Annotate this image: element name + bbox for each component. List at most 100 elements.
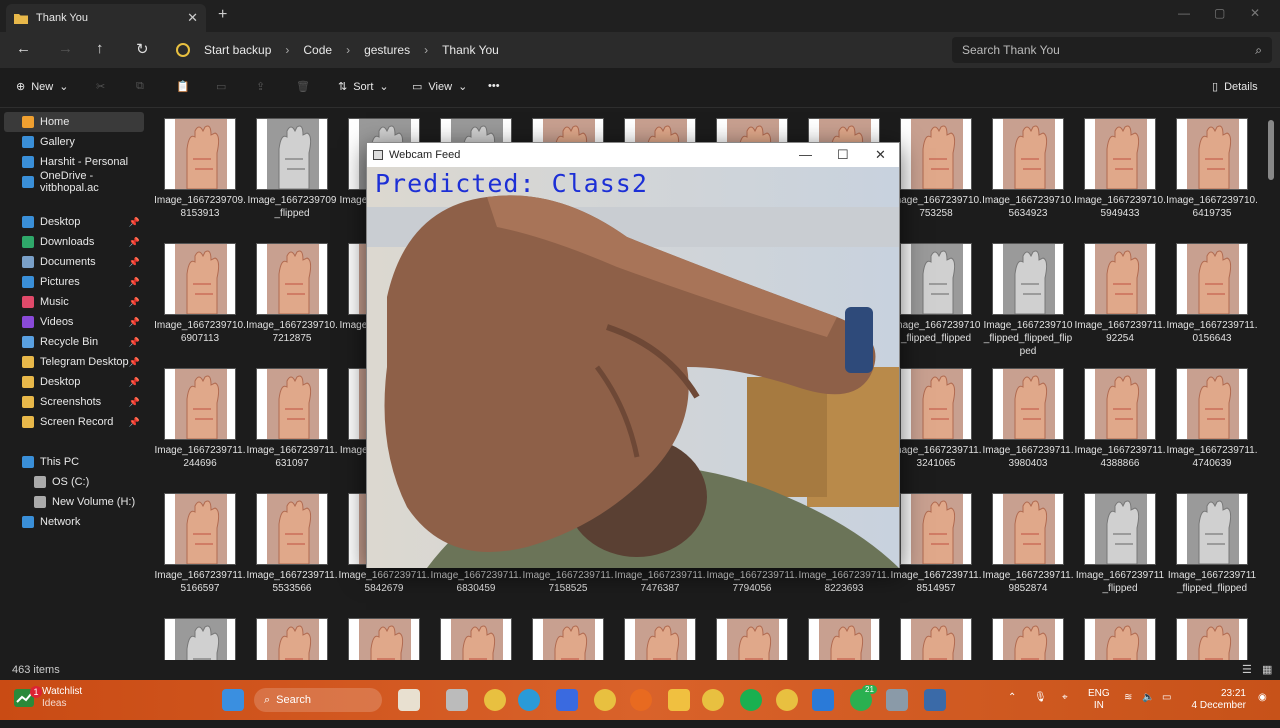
webcam-title-bar[interactable]: Webcam Feed — ☐ ✕ — [367, 143, 899, 167]
breadcrumb[interactable]: Start backup › Code › gestures › Thank Y… — [168, 37, 948, 63]
sidebar-item-network[interactable]: Network — [4, 512, 144, 532]
minimize-icon[interactable]: — — [799, 147, 812, 162]
file-item[interactable]: Image_1667239711.244696 — [154, 358, 246, 478]
breadcrumb-gestures[interactable]: gestures — [364, 43, 410, 57]
rename-icon[interactable]: ▭ — [216, 80, 226, 93]
file-item[interactable]: Image_1667239709_flipped — [246, 108, 338, 228]
wifi-icon[interactable]: ≋ — [1124, 692, 1132, 704]
view-button[interactable]: ▭ View ⌄ — [412, 80, 467, 94]
breadcrumb-thank-you[interactable]: Thank You — [442, 43, 499, 57]
search-input[interactable]: Search Thank You ⌕ — [952, 37, 1272, 63]
file-item[interactable]: Image_1667239711.4740639 — [1166, 358, 1258, 478]
sidebar-item-desktop[interactable]: Desktop 📌 — [4, 212, 144, 232]
sidebar-item-pictures[interactable]: Pictures 📌 — [4, 272, 144, 292]
task-view-icon[interactable] — [446, 689, 468, 711]
sidebar-item-gallery[interactable]: Gallery — [4, 132, 144, 152]
tiles-view-icon[interactable]: ▦ — [1262, 663, 1272, 676]
sidebar-item-documents[interactable]: Documents 📌 — [4, 252, 144, 272]
more-options-icon[interactable]: ••• — [488, 80, 500, 92]
start-icon[interactable] — [222, 689, 244, 711]
breadcrumb-start-backup[interactable]: Start backup — [204, 43, 271, 57]
copy-icon[interactable]: ⧉ — [136, 80, 144, 93]
details-button[interactable]: ▯ Details — [1212, 80, 1258, 94]
up-arrow-icon[interactable]: ↑ — [96, 40, 104, 57]
file-item[interactable]: Image_1667239711.5533566 — [246, 483, 338, 603]
maximize-icon[interactable]: ▢ — [1214, 6, 1225, 20]
file-item[interactable]: Image_1667239711_flipped — [1074, 483, 1166, 603]
file-item[interactable]: Image_1667239709.8153913 — [154, 108, 246, 228]
file-item[interactable]: Image_1667239711.9852874 — [982, 483, 1074, 603]
new-tab-button[interactable]: + — [218, 6, 227, 24]
back-arrow-icon[interactable]: ← — [16, 40, 31, 57]
webcam-window[interactable]: Webcam Feed — ☐ ✕ Predicted: Class2 — [366, 142, 900, 568]
vscode-icon[interactable] — [812, 689, 834, 711]
file-item[interactable]: Image_1667239711_flipped_flipped — [1166, 483, 1258, 603]
tab-close-icon[interactable]: ✕ — [187, 10, 198, 26]
sidebar-item-this-pc[interactable]: This PC — [4, 452, 144, 472]
tab-thank-you[interactable]: Thank You ✕ — [6, 4, 206, 32]
spotify-icon[interactable] — [740, 689, 762, 711]
sidebar-item-downloads[interactable]: Downloads 📌 — [4, 232, 144, 252]
sidebar-item-new-volume-h[interactable]: New Volume (H:) — [4, 492, 144, 512]
sidebar-item-home[interactable]: Home — [4, 112, 144, 132]
sidebar-item-onedrive-vitbhopal-ac[interactable]: OneDrive - vitbhopal.ac — [4, 170, 144, 194]
file-item[interactable]: Image_1667239710.5634923 — [982, 108, 1074, 228]
microphone-icon[interactable]: 🎙 — [1034, 692, 1047, 704]
file-item[interactable]: Image_1667239711.5166597 — [154, 483, 246, 603]
vertical-scrollbar[interactable] — [1268, 120, 1274, 180]
taskbar-search[interactable]: ⌕ Search — [254, 688, 382, 712]
new-button[interactable]: ⊕ New ⌄ — [16, 80, 68, 94]
sidebar-item-music[interactable]: Music 📌 — [4, 292, 144, 312]
cut-icon[interactable]: ✂ — [96, 80, 105, 93]
sidebar-item-telegram-desktop[interactable]: Telegram Desktop 📌 — [4, 352, 144, 372]
chrome-alt-icon[interactable] — [702, 689, 724, 711]
file-item[interactable]: Image_1667239711.92254 — [1074, 233, 1166, 353]
sidebar-item-desktop[interactable]: Desktop 📌 — [4, 372, 144, 392]
store-icon[interactable] — [556, 689, 578, 711]
chrome-user-icon[interactable] — [776, 689, 798, 711]
file-item[interactable]: Image_1667239711.0156643 — [1166, 233, 1258, 353]
sidebar-item-os-c[interactable]: OS (C:) — [4, 472, 144, 492]
sidebar-item-videos[interactable]: Videos 📌 — [4, 312, 144, 332]
sidebar-item-screen-record[interactable]: Screen Record 📌 — [4, 412, 144, 432]
battery-icon[interactable]: ▭ — [1162, 692, 1171, 704]
sort-button[interactable]: ⇅ Sort ⌄ — [338, 80, 389, 94]
chevron-up-icon[interactable]: ⌃ — [1008, 692, 1016, 704]
file-item[interactable]: Image_1667239711.4388866 — [1074, 358, 1166, 478]
firefox-icon[interactable] — [630, 689, 652, 711]
file-explorer-icon[interactable] — [668, 689, 690, 711]
refresh-icon[interactable]: ↻ — [136, 40, 149, 58]
breadcrumb-code[interactable]: Code — [303, 43, 332, 57]
forward-arrow-icon[interactable]: → — [58, 40, 73, 57]
app-icon[interactable] — [886, 689, 908, 711]
watchlist-widget[interactable]: Watchlist Ideas — [14, 686, 82, 710]
file-item[interactable]: Image_1667239710.7212875 — [246, 233, 338, 353]
volume-icon[interactable]: 🔈 — [1142, 692, 1154, 704]
file-item[interactable]: Image_1667239711.3241065 — [890, 358, 982, 478]
file-item[interactable]: Image_1667239711.631097 — [246, 358, 338, 478]
sidebar-item-recycle-bin[interactable]: Recycle Bin 📌 — [4, 332, 144, 352]
python-icon[interactable] — [924, 689, 946, 711]
share-icon[interactable]: ⇪ — [256, 80, 265, 93]
sidebar-item-screenshots[interactable]: Screenshots 📌 — [4, 392, 144, 412]
file-item[interactable]: Image_1667239710.6419735 — [1166, 108, 1258, 228]
widgets-icon[interactable] — [398, 689, 420, 711]
file-item[interactable]: Image_1667239710_flipped_flipped — [890, 233, 982, 353]
maximize-icon[interactable]: ☐ — [837, 147, 849, 163]
file-item[interactable]: Image_1667239710.5949433 — [1074, 108, 1166, 228]
close-window-icon[interactable]: ✕ — [1250, 6, 1260, 20]
details-view-icon[interactable]: ☰ — [1242, 663, 1252, 676]
close-icon[interactable]: ✕ — [875, 147, 886, 163]
file-item[interactable]: Image_1667239710_flipped_flipped_flipped — [982, 233, 1074, 357]
file-item[interactable]: Image_1667239710.6907113 — [154, 233, 246, 353]
delete-icon[interactable]: 🗑 — [296, 80, 310, 93]
clock[interactable]: 23:21 4 December — [1186, 688, 1246, 712]
file-item[interactable]: Image_1667239711.8514957 — [890, 483, 982, 603]
location-icon[interactable]: ⌖ — [1062, 692, 1068, 704]
chrome-icon[interactable] — [484, 689, 506, 711]
language-indicator[interactable]: ENG IN — [1088, 688, 1110, 712]
file-item[interactable]: Image_1667239711.3980403 — [982, 358, 1074, 478]
paste-icon[interactable]: 📋 — [176, 80, 190, 93]
file-item[interactable]: Image_1667239710.753258 — [890, 108, 982, 228]
chrome-profile-icon[interactable] — [594, 689, 616, 711]
